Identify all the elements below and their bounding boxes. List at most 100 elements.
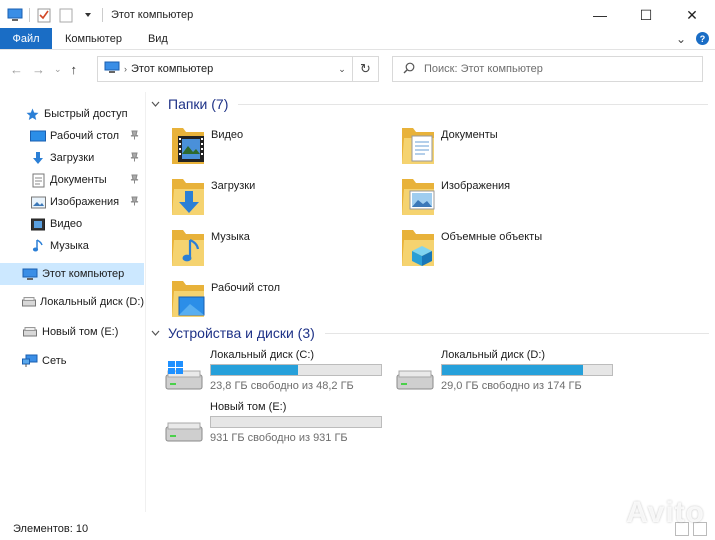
drive-icon: [22, 324, 38, 340]
drive-icon: [396, 370, 434, 390]
pc-icon: [7, 7, 23, 23]
pin-icon[interactable]: [130, 196, 139, 209]
toolbar-divider: [102, 8, 103, 22]
sidebar-item-label: Изображения: [50, 196, 120, 208]
sidebar-item-label: Музыка: [50, 240, 89, 252]
pin-icon[interactable]: [130, 174, 139, 187]
sidebar-item-pictures[interactable]: Изображения: [0, 191, 144, 213]
up-button[interactable]: ↑: [71, 62, 78, 77]
drives-group-header[interactable]: Устройства и диски (3): [148, 325, 709, 341]
search-icon: [403, 62, 415, 77]
ribbon-tabs: Файл Компьютер Вид ⌄ ?: [0, 28, 715, 50]
windows-drive-icon: [165, 361, 203, 390]
drive-tile-e[interactable]: Новый том (E:) 931 ГБ свободно из 931 ГБ: [164, 401, 404, 447]
drive-tile-d[interactable]: Локальный диск (D:) 29,0 ГБ свободно из …: [395, 349, 635, 395]
folder-tile-desktop[interactable]: Рабочий стол: [170, 277, 280, 321]
sidebar-item-quick-access[interactable]: Быстрый доступ: [0, 103, 144, 125]
sidebar-item-label: Этот компьютер: [42, 268, 125, 280]
new-folder-icon[interactable]: [58, 7, 74, 23]
sidebar-item-desktop[interactable]: Рабочий стол: [0, 125, 144, 147]
download-icon: [30, 150, 46, 166]
folder-tile-pictures[interactable]: Изображения: [400, 175, 510, 219]
folder-tile-video[interactable]: Видео: [170, 124, 243, 168]
maximize-button[interactable]: ☐: [623, 0, 669, 30]
tab-view[interactable]: Вид: [135, 28, 181, 49]
folder-label: Видео: [211, 129, 244, 141]
recent-locations-button[interactable]: ⌄: [54, 64, 62, 75]
folder-tile-3d-objects[interactable]: Объемные объекты: [400, 226, 542, 270]
close-button[interactable]: ✕: [669, 0, 715, 30]
navigation-pane: Быстрый доступ Рабочий стол Загрузки Док…: [0, 92, 146, 512]
network-icon: [22, 353, 38, 369]
help-icon[interactable]: ?: [696, 32, 709, 45]
search-input[interactable]: Поиск: Этот компьютер: [424, 63, 543, 75]
address-dropdown-button[interactable]: ⌄: [332, 64, 352, 75]
address-bar[interactable]: › Этот компьютер ⌄: [97, 56, 353, 82]
toolbar-divider: [29, 8, 30, 22]
drive-icon: [22, 294, 36, 310]
group-divider: [324, 332, 709, 334]
status-bar: Элементов: 10: [0, 518, 715, 540]
breadcrumb-current[interactable]: Этот компьютер: [131, 63, 332, 75]
drive-free-space: 931 ГБ свободно из 931 ГБ: [210, 432, 348, 444]
customize-toolbar-icon[interactable]: [80, 7, 96, 23]
sidebar-item-label: Загрузки: [50, 152, 95, 164]
desktop-icon: [30, 128, 46, 144]
group-divider: [238, 103, 709, 105]
downloads-folder-icon: [172, 179, 204, 215]
pin-icon[interactable]: [130, 152, 139, 165]
video-folder-icon: [172, 128, 204, 164]
folders-group-header[interactable]: Папки (7): [148, 96, 709, 112]
drive-usage-bar: [210, 416, 382, 428]
folder-tile-music[interactable]: Музыка: [170, 226, 250, 270]
sidebar-item-network[interactable]: Сеть: [0, 350, 144, 372]
breadcrumb-chevron-icon[interactable]: ›: [124, 64, 127, 74]
window-title: Этот компьютер: [111, 9, 194, 21]
collapse-chevron-icon[interactable]: [151, 328, 160, 338]
drive-name: Локальный диск (D:): [441, 349, 546, 361]
pin-icon[interactable]: [130, 130, 139, 143]
back-button[interactable]: ←: [10, 62, 23, 77]
document-icon: [30, 172, 46, 188]
file-explorer-window: Этот компьютер — ☐ ✕ Файл Компьютер Вид …: [0, 0, 715, 540]
drive-usage-fill: [211, 365, 298, 375]
tab-computer[interactable]: Компьютер: [52, 28, 135, 49]
drive-name: Новый том (E:): [210, 401, 287, 413]
drive-name: Локальный диск (C:): [210, 349, 315, 361]
3d-objects-folder-icon: [402, 230, 434, 266]
star-icon: [24, 106, 40, 122]
pictures-folder-icon: [402, 179, 435, 215]
forward-button[interactable]: →: [32, 62, 45, 77]
sidebar-item-downloads[interactable]: Загрузки: [0, 147, 144, 169]
search-box[interactable]: Поиск: Этот компьютер: [392, 56, 703, 82]
sidebar-item-this-pc[interactable]: Этот компьютер: [0, 263, 144, 285]
sidebar-item-label: Рабочий стол: [50, 130, 120, 142]
sidebar-item-documents[interactable]: Документы: [0, 169, 144, 191]
tab-file[interactable]: Файл: [0, 28, 52, 49]
folder-label: Объемные объекты: [441, 231, 543, 243]
ribbon-right: ⌄ ?: [676, 28, 715, 49]
folder-tile-downloads[interactable]: Загрузки: [170, 175, 255, 219]
drive-free-space: 23,8 ГБ свободно из 48,2 ГБ: [210, 380, 354, 392]
quick-access-toolbar: [0, 7, 103, 23]
properties-icon[interactable]: [36, 7, 52, 23]
sidebar-item-label: Сеть: [42, 355, 67, 367]
sidebar-item-label: Документы: [50, 174, 107, 186]
sidebar-item-video[interactable]: Видео: [0, 213, 144, 235]
collapse-chevron-icon[interactable]: [151, 99, 160, 109]
folder-tile-documents[interactable]: Документы: [400, 124, 498, 168]
expand-ribbon-icon[interactable]: ⌄: [676, 32, 686, 46]
folder-label: Загрузки: [211, 180, 256, 192]
sidebar-item-music[interactable]: Музыка: [0, 235, 144, 257]
sidebar-item-drive-e[interactable]: Новый том (E:): [0, 321, 144, 343]
drive-tile-c[interactable]: Локальный диск (C:) 23,8 ГБ свободно из …: [164, 349, 404, 395]
title-bar: Этот компьютер — ☐ ✕: [0, 0, 715, 30]
drive-usage-bar: [210, 364, 382, 376]
desktop-folder-icon: [172, 281, 205, 317]
minimize-button[interactable]: —: [577, 0, 623, 30]
pictures-icon: [30, 194, 46, 210]
folder-label: Документы: [441, 129, 498, 141]
refresh-button[interactable]: ↻: [353, 56, 379, 82]
sidebar-item-drive-d[interactable]: Локальный диск (D:): [0, 291, 144, 313]
item-count: Элементов: 10: [13, 523, 89, 535]
